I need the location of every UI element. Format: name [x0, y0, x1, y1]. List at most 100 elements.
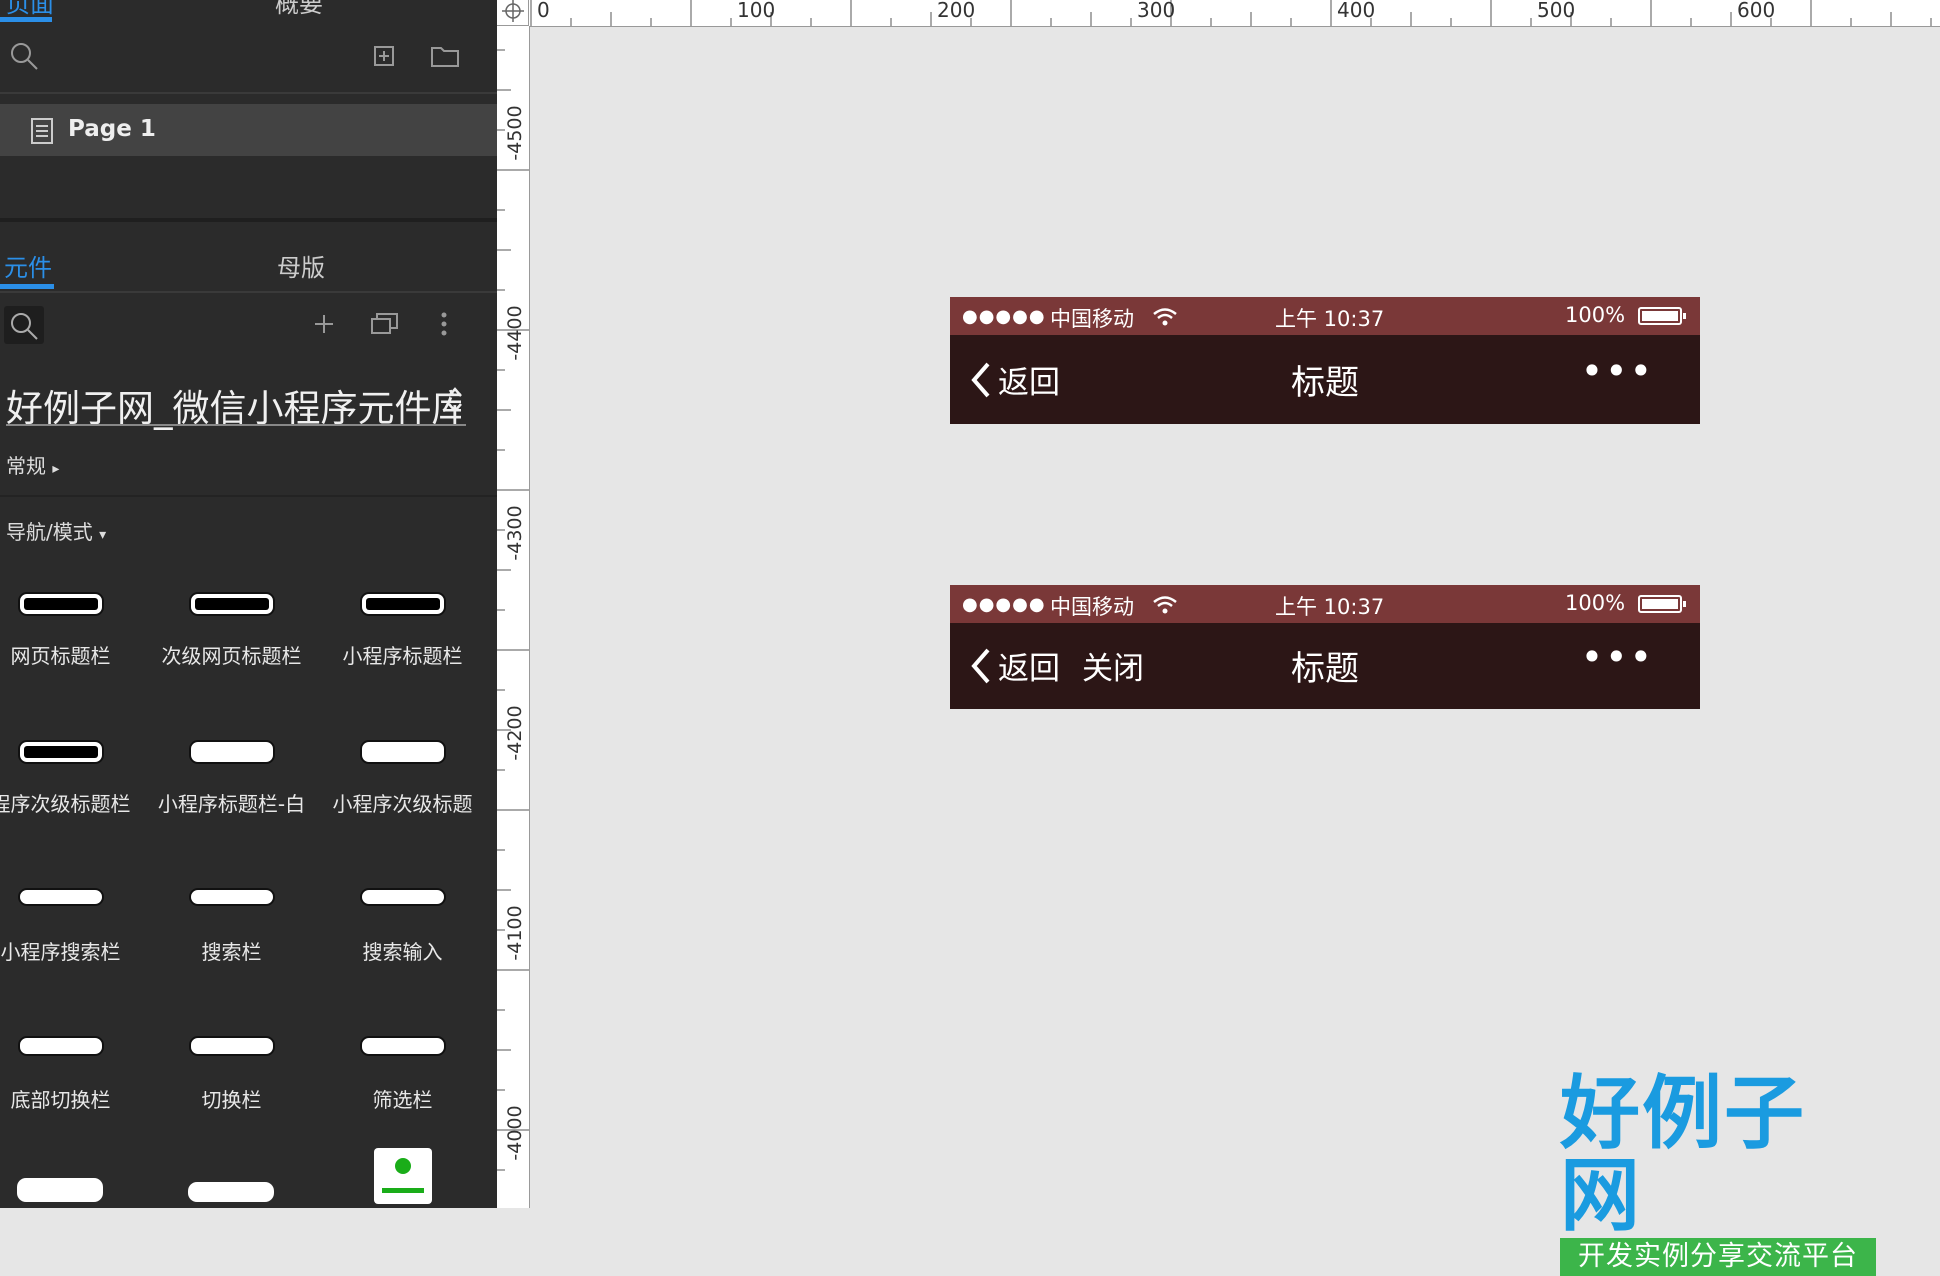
more-icon[interactable]: ••• [1581, 349, 1654, 393]
ruler-label: -4100 [504, 905, 526, 961]
ruler-corner[interactable] [497, 0, 529, 26]
signal-icon: ●●●●● [962, 306, 1046, 327]
search-icon[interactable] [8, 40, 40, 72]
component-item[interactable]: 小程序搜索栏 [0, 878, 146, 998]
component-item[interactable]: 程序次级标题栏 [0, 730, 146, 850]
add-folder-icon[interactable] [430, 44, 460, 68]
page-label: Page 1 [68, 116, 156, 142]
wifi-icon [1153, 308, 1177, 326]
component-thumbnail [188, 1036, 275, 1056]
component-thumbnail [17, 740, 104, 764]
carrier-label: 中国移动 [1050, 595, 1134, 619]
ruler-ticks [497, 49, 529, 1171]
component-item[interactable]: 小程序次级标题 [317, 730, 488, 850]
status-bar: ●●●●● 中国移动 上午 10:37 100% [950, 297, 1700, 335]
panel-separator [0, 218, 497, 222]
search-box[interactable] [4, 306, 44, 344]
component-item[interactable]: 切换栏 [146, 1026, 317, 1146]
section-navigation-label: 导航/模式 [6, 520, 93, 544]
library-underline [6, 424, 466, 426]
ruler-label: 500 [1537, 0, 1576, 22]
component-thumbnail-bar [382, 1188, 424, 1193]
signal-icon: ●●●●● [962, 594, 1046, 615]
battery-icon [1638, 307, 1686, 325]
component-item[interactable]: 网页标题栏 [0, 582, 146, 702]
component-thumbnail[interactable] [188, 1182, 274, 1202]
component-item[interactable]: 搜索输入 [317, 878, 488, 998]
tab-outline[interactable]: 概要 [275, 0, 323, 19]
navbar-component[interactable]: ●●●●● 中国移动 上午 10:37 100% 返回 标题 ••• [950, 297, 1700, 424]
component-thumbnail [188, 740, 275, 764]
expand-arrow-icon: ▸ [52, 461, 60, 477]
section-general-label: 常规 [6, 454, 46, 478]
crosshair-icon[interactable] [501, 0, 525, 24]
site-logo: 好例子网 开发实例分享交流平台 [1560, 1072, 1880, 1276]
chevron-updown-icon[interactable] [446, 384, 464, 416]
ruler-vertical[interactable]: -4500 -4400 -4300 -4200 -4100 -4000 [497, 26, 530, 1208]
divider [0, 291, 497, 293]
component-thumbnail [359, 592, 446, 616]
component-item[interactable]: 小程序标题栏-白 [146, 730, 317, 850]
add-library-icon[interactable] [312, 312, 336, 336]
ruler-label: 600 [1737, 0, 1776, 22]
ruler-label: -4300 [504, 505, 526, 561]
component-thumbnail[interactable] [374, 1148, 432, 1204]
component-item[interactable]: 筛选栏 [317, 1026, 488, 1146]
ruler-label: -4400 [504, 305, 526, 361]
tab-widgets[interactable]: 元件 [4, 248, 52, 283]
ruler-label: 100 [737, 0, 776, 22]
component-thumbnail[interactable] [17, 1178, 103, 1202]
tab-pages-underline [0, 17, 52, 22]
component-thumbnail [188, 888, 275, 906]
section-navigation[interactable]: 导航/模式 ▾ [6, 516, 106, 545]
collapse-arrow-icon: ▾ [99, 527, 107, 543]
ruler-label: 300 [1137, 0, 1176, 22]
more-icon[interactable]: ••• [1581, 635, 1654, 679]
time-label: 上午 10:37 [1275, 595, 1385, 619]
divider [0, 92, 497, 94]
ruler-label: -4000 [504, 1105, 526, 1161]
logo-subtitle: 开发实例分享交流平台 [1560, 1238, 1876, 1276]
ruler-label: 0 [537, 0, 550, 22]
tab-widgets-underline [0, 284, 54, 289]
add-page-icon[interactable] [372, 44, 396, 68]
component-name: 小程序标题栏 [342, 644, 463, 668]
ruler-label: 400 [1337, 0, 1376, 22]
library-manage-icon[interactable] [370, 310, 400, 336]
navbar-component[interactable]: ●●●●● 中国移动 上午 10:37 100% 返回 关闭 标题 ••• [950, 585, 1700, 712]
carrier-label: 中国移动 [1050, 307, 1134, 331]
wifi-icon [1153, 596, 1177, 614]
component-name: 搜索输入 [362, 940, 443, 964]
battery-percent: 100% [1565, 591, 1626, 615]
more-options-icon[interactable] [438, 310, 450, 338]
ruler-horizontal[interactable]: 0 100 200 300 400 500 600 [529, 0, 1940, 27]
battery-percent: 100% [1565, 303, 1626, 327]
component-thumbnail [17, 1036, 104, 1056]
ruler-label: -4500 [504, 105, 526, 161]
component-thumbnail [17, 592, 104, 616]
ruler-label: 200 [937, 0, 976, 22]
section-general[interactable]: 常规 ▸ [6, 450, 59, 479]
component-thumbnail [359, 888, 446, 906]
battery-icon [1638, 595, 1686, 613]
component-thumbnail [359, 740, 446, 764]
component-thumbnail [359, 1036, 446, 1056]
component-item[interactable]: 搜索栏 [146, 878, 317, 998]
component-thumbnail [188, 592, 275, 616]
divider [0, 495, 497, 497]
component-name: 小程序次级标题 [332, 792, 473, 816]
search-icon[interactable] [8, 310, 40, 342]
nav-bar: 返回 关闭 标题 ••• [950, 623, 1700, 709]
component-item[interactable]: 底部切换栏 [0, 1026, 146, 1146]
tab-masters[interactable]: 母版 [277, 248, 325, 283]
left-panel: 页面 概要 Page 1 元件 母版 好例子网_微信小程序元件库 常规 ▸ 导航… [0, 0, 497, 1208]
status-bar: ●●●●● 中国移动 上午 10:37 100% [950, 585, 1700, 623]
time-label: 上午 10:37 [1275, 307, 1385, 331]
component-item[interactable]: 小程序标题栏 [317, 582, 488, 702]
nav-bar: 返回 标题 ••• [950, 335, 1700, 424]
page-row[interactable]: Page 1 [0, 104, 497, 156]
component-item[interactable]: 次级网页标题栏 [146, 582, 317, 702]
ruler-label: -4200 [504, 705, 526, 761]
success-icon [395, 1158, 411, 1174]
logo-main-text: 好例子网 [1560, 1066, 1806, 1242]
